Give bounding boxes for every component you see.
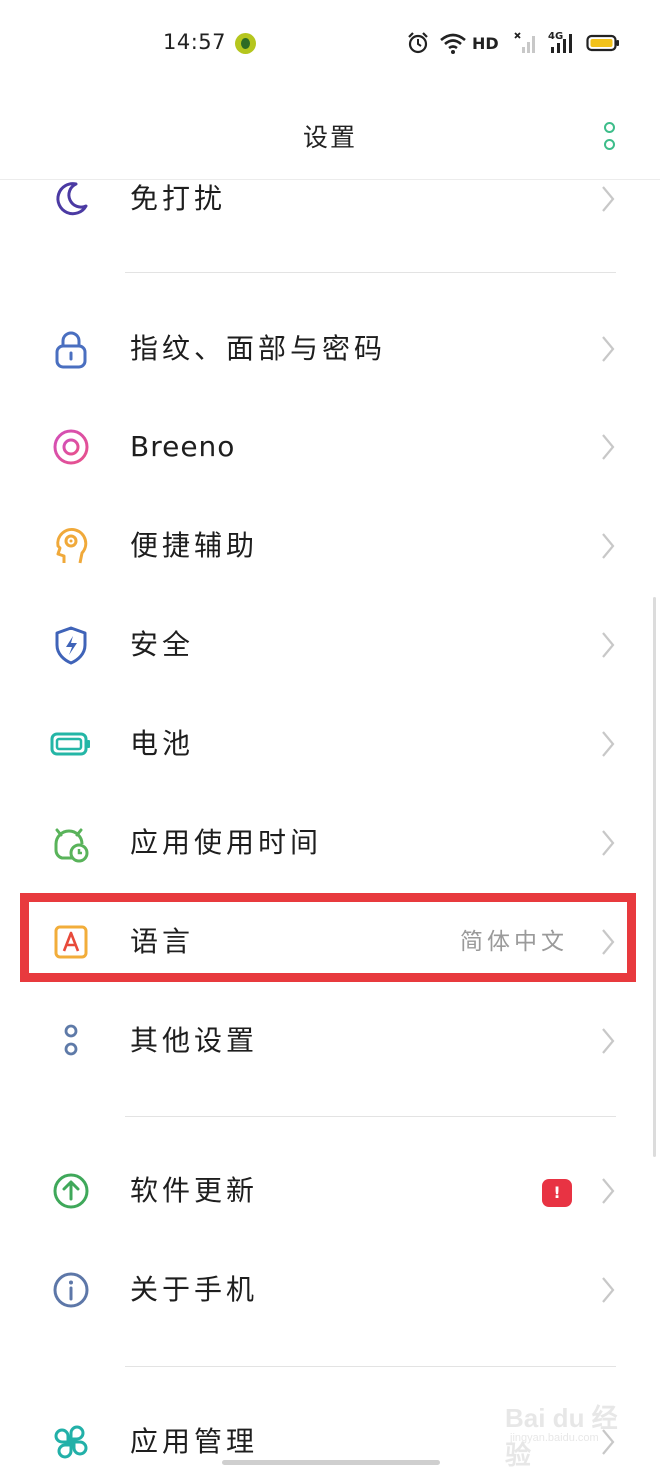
settings-list[interactable]: 免打扰 指纹、面部与密码 Breeno 便捷辅助 安全 电池 应用使用时间 语言…: [0, 181, 660, 1467]
info-icon: [53, 1272, 89, 1308]
settings-item-battery[interactable]: 电池: [0, 695, 660, 793]
update-badge: !: [542, 1179, 572, 1207]
settings-item-label: 指纹、面部与密码: [130, 332, 387, 365]
settings-item-label: 其他设置: [130, 1024, 259, 1057]
chevron-right-icon: [602, 1178, 615, 1204]
baidu-watermark: Bai du 经验 jingyan.baidu.com: [505, 1398, 635, 1467]
apps-icon: [54, 1425, 88, 1459]
settings-item-about-phone[interactable]: 关于手机: [0, 1241, 660, 1339]
chevron-right-icon: [602, 533, 615, 559]
top-bar: 设置: [0, 88, 660, 180]
chevron-right-icon: [602, 434, 615, 460]
settings-item-other-settings[interactable]: 其他设置: [0, 992, 660, 1090]
more-dot-icon: [604, 139, 615, 150]
more-dot-icon: [604, 122, 615, 133]
battery-status-icon: [586, 34, 619, 52]
app-notification-icon: [235, 33, 256, 54]
settings-item-security[interactable]: 安全: [0, 596, 660, 694]
home-indicator[interactable]: [222, 1460, 440, 1465]
settings-item-label: 关于手机: [130, 1273, 259, 1306]
section-divider: [125, 272, 616, 273]
wifi-icon: [440, 33, 466, 54]
chevron-right-icon: [602, 186, 615, 212]
settings-item-do-not-disturb[interactable]: 免打扰: [0, 181, 660, 248]
status-bar: 14:57 HD 4G: [0, 0, 660, 88]
signal-sim2-icon: [551, 34, 572, 53]
dots-icon: [64, 1024, 78, 1056]
section-divider: [125, 1116, 616, 1117]
settings-item-label: 软件更新: [130, 1174, 259, 1207]
settings-item-label: 免打扰: [130, 182, 227, 215]
chevron-right-icon: [602, 1028, 615, 1054]
battery-icon: [50, 732, 90, 756]
settings-item-label: 应用使用时间: [130, 826, 323, 859]
chevron-right-icon: [602, 632, 615, 658]
settings-item-label: 安全: [130, 628, 195, 661]
settings-item-label: 便捷辅助: [130, 529, 259, 562]
alarm-icon: [408, 32, 428, 54]
chevron-right-icon: [602, 1277, 615, 1303]
settings-item-software-update[interactable]: 软件更新 !: [0, 1142, 660, 1240]
breeno-icon: [53, 429, 89, 465]
chevron-right-icon: [602, 731, 615, 757]
chevron-right-icon: [602, 830, 615, 856]
settings-item-accessibility[interactable]: 便捷辅助: [0, 497, 660, 595]
settings-item-label: Breeno: [130, 430, 236, 463]
settings-item-breeno[interactable]: Breeno: [0, 398, 660, 496]
more-options-button[interactable]: [596, 120, 624, 154]
chevron-right-icon: [602, 336, 615, 362]
signal-sim1-icon: [514, 32, 535, 53]
section-divider: [125, 1366, 616, 1367]
head-icon: [56, 527, 88, 564]
arrow-up-icon: [53, 1173, 89, 1209]
hd-label: HD: [472, 34, 499, 53]
settings-item-fingerprint-face-password[interactable]: 指纹、面部与密码: [0, 300, 660, 398]
shield-icon: [55, 626, 87, 665]
settings-item-label: 应用管理: [130, 1425, 259, 1458]
lock-icon: [55, 331, 87, 369]
moon-icon: [56, 182, 88, 216]
status-time: 14:57: [163, 30, 227, 54]
settings-item-label: 电池: [130, 727, 195, 760]
settings-item-screen-time[interactable]: 应用使用时间: [0, 794, 660, 892]
clock-icon: [54, 828, 89, 863]
highlight-annotation: [20, 893, 636, 982]
scrollbar[interactable]: [653, 597, 656, 1157]
watermark-url: jingyan.baidu.com: [510, 1432, 599, 1444]
page-title: 设置: [302, 123, 357, 152]
